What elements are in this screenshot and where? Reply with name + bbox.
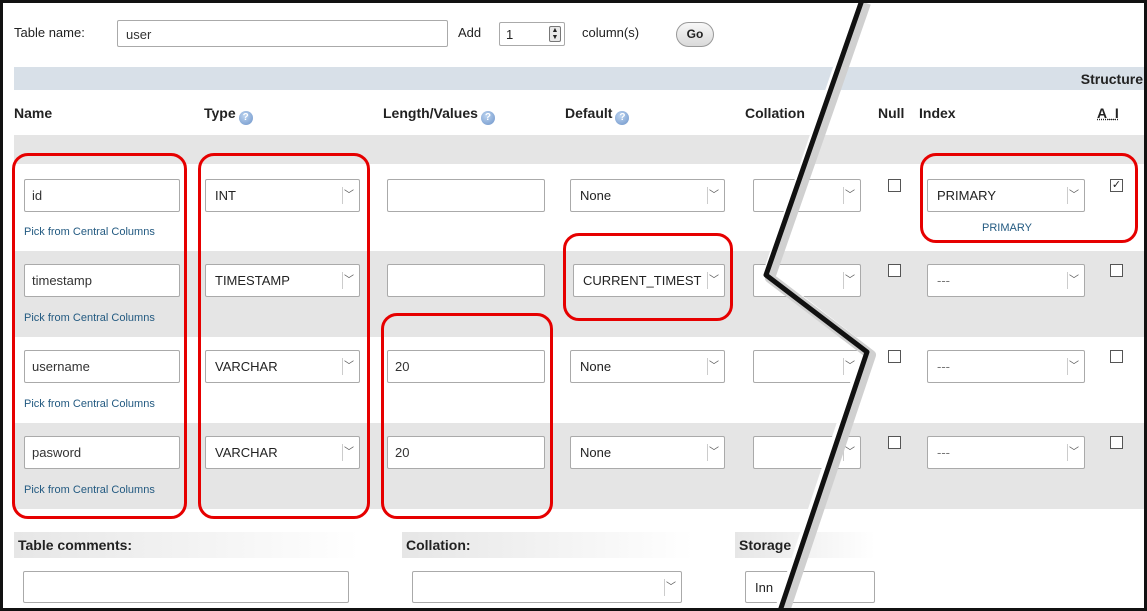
null-checkbox[interactable] [888, 264, 901, 277]
index-select[interactable]: --- ﹀ [927, 350, 1085, 383]
null-checkbox[interactable] [888, 436, 901, 449]
header-null: Null [878, 105, 905, 121]
table-comments-label: Table comments: [14, 532, 360, 558]
null-checkbox[interactable] [888, 350, 901, 363]
index-select-value: --- [937, 359, 950, 374]
storage-engine-value: Inn [755, 580, 774, 595]
storage-engine-select[interactable]: Inn [745, 571, 875, 603]
default-select[interactable]: None ﹀ [570, 179, 725, 212]
collation-select[interactable]: ﹀ [753, 350, 861, 383]
table-collation-select[interactable]: ﹀ [412, 571, 682, 603]
chevron-down-icon: ﹀ [707, 358, 720, 375]
index-select-value: --- [937, 273, 950, 288]
null-checkbox[interactable] [888, 179, 901, 192]
highlight-length-values [381, 313, 553, 519]
header-length-label: Length/Values [383, 105, 478, 121]
structure-label: Structure [1080, 71, 1143, 87]
header-index: Index [919, 105, 956, 121]
header-type-label: Type [204, 105, 236, 121]
header-ai: A_I [1097, 105, 1119, 121]
collation-select[interactable]: ﹀ [753, 436, 861, 469]
header-length: Length/Values? [383, 105, 495, 125]
highlight-primary-ai [920, 153, 1138, 243]
index-select[interactable]: --- ﹀ [927, 436, 1085, 469]
header-name: Name [14, 105, 53, 121]
table-name-input[interactable]: user [117, 20, 448, 47]
add-label: Add [458, 25, 482, 40]
chevron-down-icon: ﹀ [1067, 272, 1080, 289]
highlight-name-column [12, 153, 187, 519]
chevron-down-icon: ﹀ [707, 187, 720, 204]
chevron-down-icon: ﹀ [1067, 358, 1080, 375]
chevron-down-icon: ﹀ [843, 358, 856, 375]
add-columns-value: 1 [506, 27, 514, 42]
ai-checkbox[interactable] [1110, 436, 1123, 449]
question-mark-icon[interactable]: ? [615, 111, 630, 125]
index-select-value: --- [937, 445, 950, 460]
chevron-down-icon: ﹀ [843, 444, 856, 461]
spinner-icon[interactable]: ▲ ▼ [549, 26, 561, 42]
header-type: Type? [204, 105, 253, 125]
go-button[interactable]: Go [676, 22, 714, 47]
ai-checkbox[interactable] [1110, 350, 1123, 363]
chevron-down-icon: ﹀ [1067, 444, 1080, 461]
collation-select[interactable]: ﹀ [753, 179, 861, 212]
length-input[interactable] [387, 264, 545, 297]
header-default: Default? [565, 105, 630, 125]
default-select[interactable]: None ﹀ [570, 350, 725, 383]
header-collation: Collation [745, 105, 805, 121]
default-select-value: None [580, 445, 612, 460]
table-name-label: Table name: [14, 25, 85, 40]
default-select[interactable]: None ﹀ [570, 436, 725, 469]
default-select-value: None [580, 359, 612, 374]
structure-band [14, 67, 1147, 90]
highlight-default-timestamp [563, 233, 733, 321]
ai-checkbox[interactable] [1110, 264, 1123, 277]
collation-footer-label: Collation: [402, 532, 694, 558]
table-comments-input[interactable] [23, 571, 349, 603]
highlight-type-column [198, 153, 370, 519]
storage-label: Storage [735, 532, 875, 558]
columns-label: column(s) [582, 25, 640, 40]
chevron-down-icon: ﹀ [843, 187, 856, 204]
chevron-down-icon: ﹀ [707, 444, 720, 461]
index-select[interactable]: --- ﹀ [927, 264, 1085, 297]
default-select-value: None [580, 188, 612, 203]
question-mark-icon[interactable]: ? [238, 111, 253, 125]
add-columns-input[interactable]: 1 ▲ ▼ [499, 22, 565, 46]
collation-select[interactable]: ﹀ [753, 264, 861, 297]
question-mark-icon[interactable]: ? [480, 111, 495, 125]
chevron-down-icon: ﹀ [843, 272, 856, 289]
chevron-down-icon: ﹀ [664, 579, 677, 596]
length-input[interactable] [387, 179, 545, 212]
header-default-label: Default [565, 105, 613, 121]
